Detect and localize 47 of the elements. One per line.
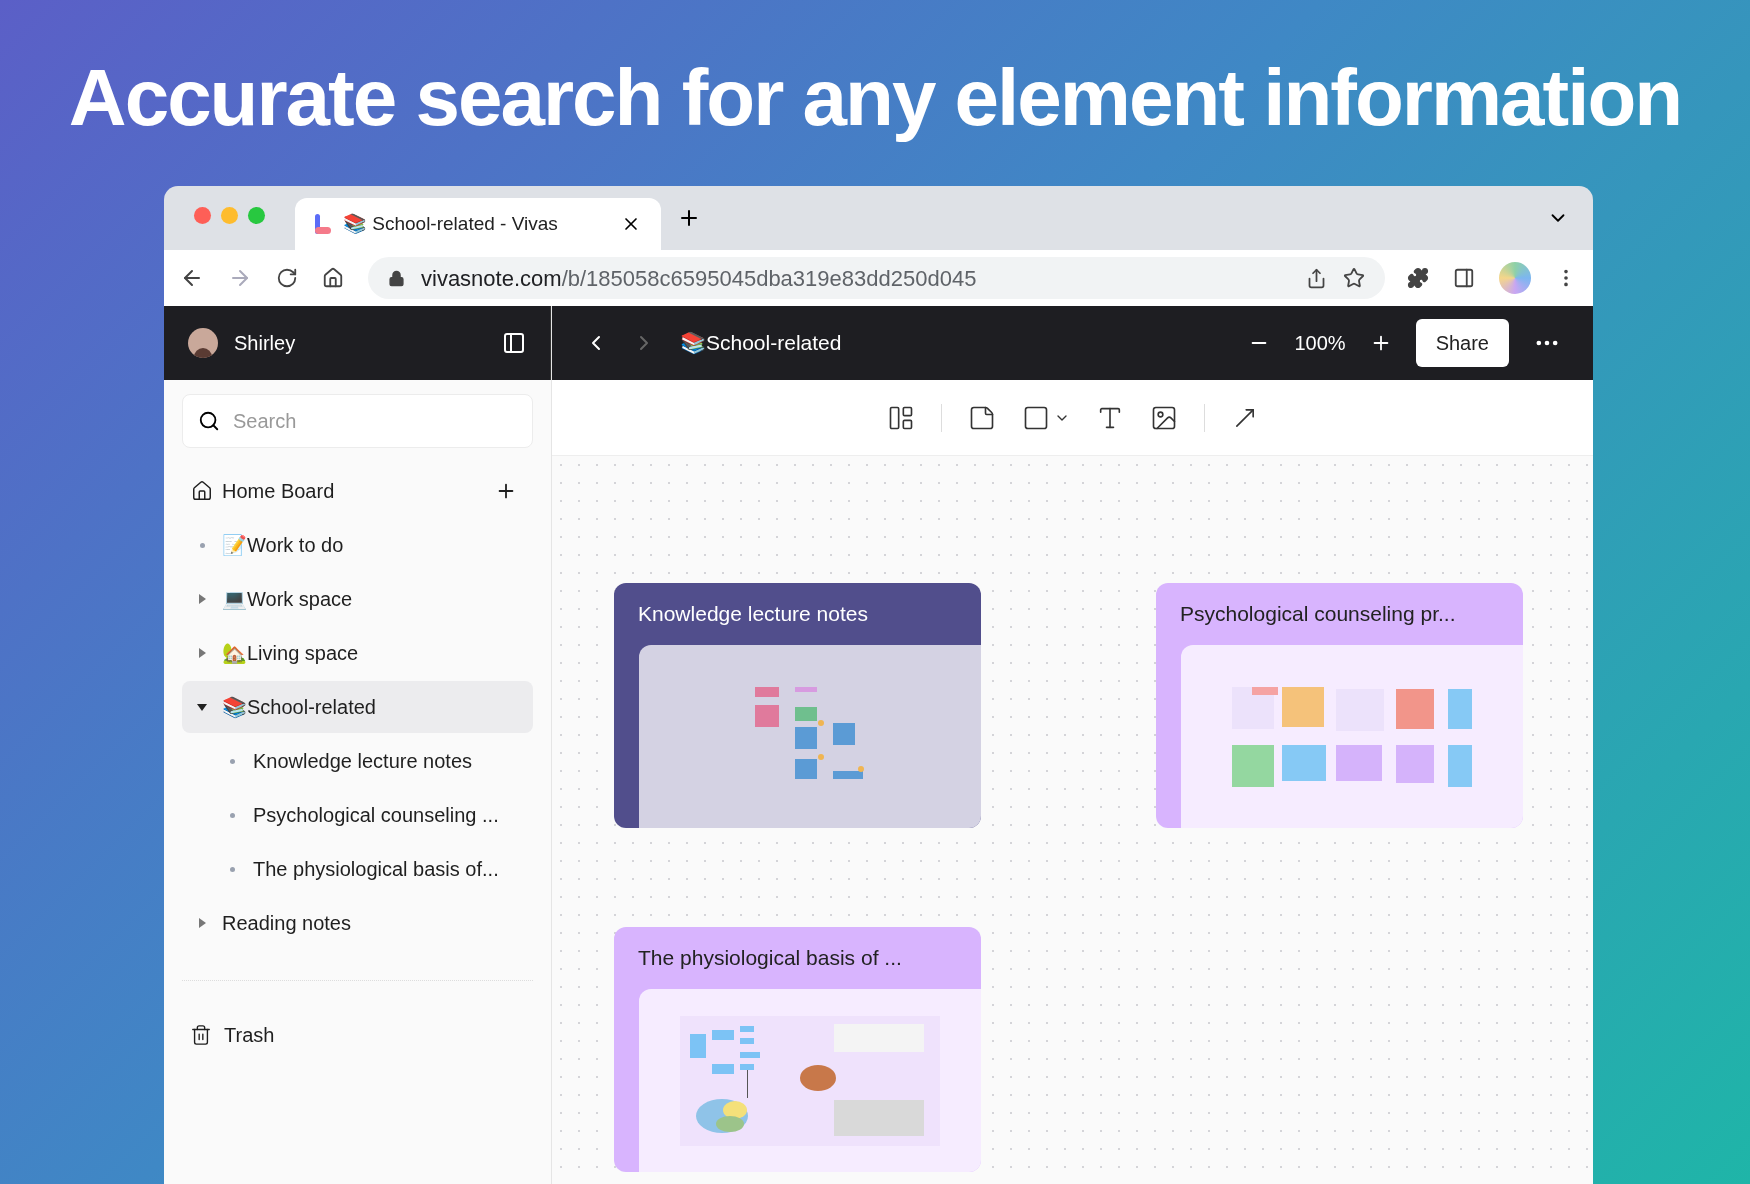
- search-icon: [198, 410, 220, 432]
- home-icon[interactable]: [322, 267, 344, 289]
- caret-down-icon[interactable]: [196, 701, 208, 713]
- board-card[interactable]: The physiological basis of ...: [614, 927, 981, 1172]
- card-title: Psychological counseling pr...: [1179, 601, 1457, 628]
- sidebar-item[interactable]: Home Board: [182, 465, 533, 517]
- sidebar-item[interactable]: 🏡Living space: [182, 627, 533, 679]
- sidebar-item[interactable]: Knowledge lecture notes: [182, 734, 533, 788]
- sidebar-item[interactable]: The physiological basis of...: [182, 842, 533, 896]
- board-card[interactable]: Psychological counseling pr...: [1156, 583, 1523, 828]
- sidebar-item[interactable]: 📝Work to do: [182, 519, 533, 571]
- user-avatar[interactable]: [188, 328, 218, 358]
- sidebar-item[interactable]: 📚School-related: [182, 681, 533, 733]
- bullet-icon: [230, 866, 235, 872]
- share-icon[interactable]: [1306, 267, 1327, 289]
- bookmark-icon[interactable]: [1343, 267, 1365, 289]
- extensions-icon[interactable]: [1407, 267, 1429, 289]
- bullet-icon: [230, 812, 235, 818]
- card-title: Knowledge lecture notes: [637, 601, 869, 628]
- app-logo-icon: [315, 214, 331, 234]
- bullet-icon: [199, 542, 205, 548]
- trash-icon: [190, 1024, 212, 1046]
- sidebar-item[interactable]: 💻Work space: [182, 573, 533, 625]
- trash-item[interactable]: Trash: [182, 1011, 533, 1059]
- sidebar-toggle-icon[interactable]: [502, 331, 526, 355]
- headline: Accurate search for any element information: [68, 52, 1682, 144]
- user-name: Shirley: [234, 331, 297, 356]
- sidebar-item[interactable]: Reading notes: [182, 897, 533, 949]
- reload-icon[interactable]: [276, 267, 298, 289]
- caret-right-icon[interactable]: [196, 917, 208, 929]
- bullet-icon: [230, 758, 235, 764]
- side-panel-icon[interactable]: [1453, 267, 1475, 289]
- url-path: /b/185058c6595045dba319e83dd250d045: [561, 265, 977, 291]
- search-field[interactable]: Search: [182, 394, 533, 448]
- caret-right-icon[interactable]: [196, 647, 208, 659]
- zoom-level: 100%: [1294, 331, 1346, 356]
- browser-tab[interactable]: 📚 School-related - Vivas: [295, 198, 661, 250]
- lock-icon: [388, 269, 405, 287]
- caret-right-icon[interactable]: [196, 593, 208, 605]
- share-button[interactable]: Share: [1415, 319, 1509, 367]
- board-title: 📚School-related: [680, 330, 843, 357]
- board-card[interactable]: Knowledge lecture notes: [614, 583, 981, 828]
- sidebar-item[interactable]: Psychological counseling ...: [182, 788, 533, 842]
- url-domain: vivasnote.com: [421, 265, 562, 291]
- card-title: The physiological basis of ...: [637, 945, 903, 972]
- home-icon: [191, 480, 213, 502]
- address-bar[interactable]: vivasnote.com/b/185058c6595045dba319e83dd250d045: [368, 257, 1385, 299]
